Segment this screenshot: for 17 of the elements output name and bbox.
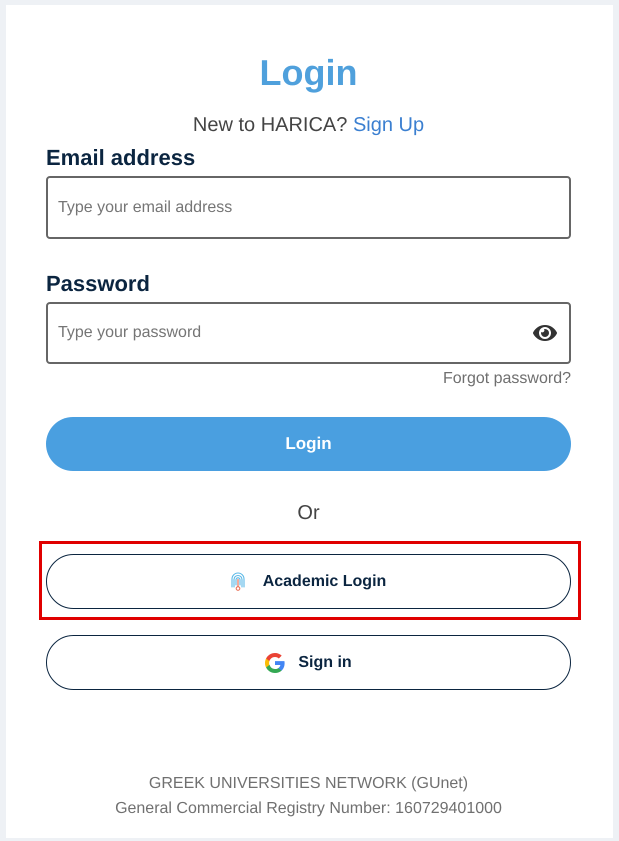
email-input-field[interactable]: Type your email address [46, 176, 571, 239]
or-separator: Or [296, 501, 321, 526]
footer-text: GREEK UNIVERSITIES NETWORK (GUnet) [148, 774, 468, 794]
field-label: Email address [46, 144, 196, 172]
password-input-field[interactable]: Type your password [46, 302, 571, 364]
field-label: Password [46, 270, 151, 298]
google-sign-in-button[interactable]: Sign in [46, 635, 571, 690]
fingerprint-icon [230, 572, 245, 591]
footer-text: General Commercial Registry Number: 160729401000 [115, 799, 502, 819]
academic-login-button[interactable]: Academic Login [46, 554, 571, 609]
page-title: Login [258, 51, 358, 95]
sign-up-link[interactable]: Sign Up [352, 114, 424, 136]
login-button[interactable]: Login [46, 417, 571, 471]
forgot-password-link[interactable]: Forgot password? [442, 368, 571, 390]
eye-icon[interactable] [533, 325, 557, 341]
google-g-icon [265, 652, 286, 672]
signup-prompt: New to HARICA? Sign Up [192, 113, 426, 138]
